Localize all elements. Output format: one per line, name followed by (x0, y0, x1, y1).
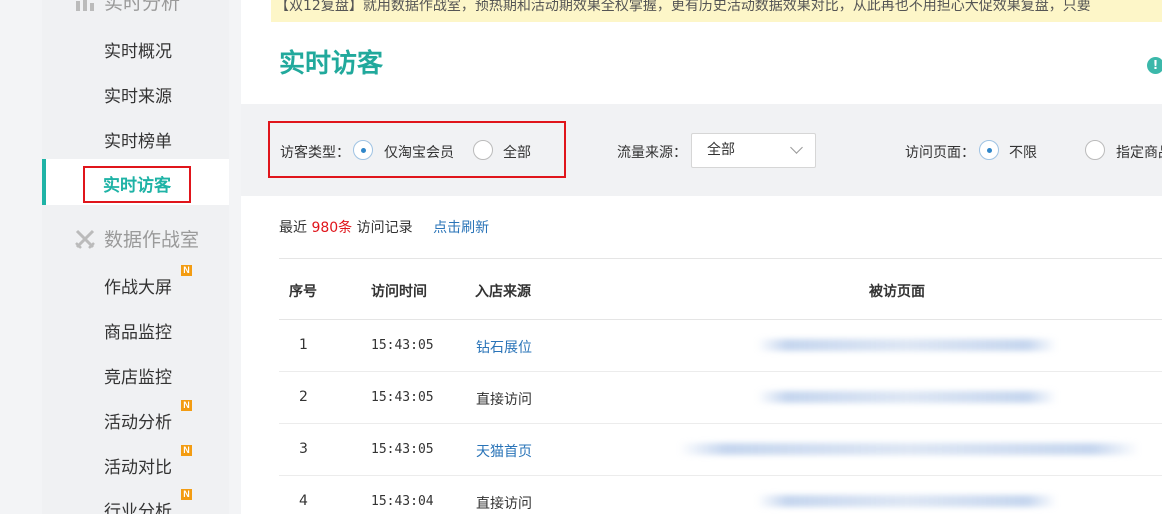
header-visit-time: 访问时间 (371, 284, 427, 300)
crossed-swords-icon (74, 228, 96, 250)
new-badge: N (181, 400, 192, 411)
header-entry-source: 入店来源 (475, 284, 531, 300)
summary-prefix: 最近 (279, 220, 307, 236)
select-value: 全部 (707, 142, 735, 158)
radio-label[interactable]: 不限 (1009, 142, 1037, 162)
sidebar-item-product-monitor[interactable]: 商品监控 (104, 318, 172, 343)
row-visit-time: 15:43:04 (371, 494, 434, 509)
new-badge: N (181, 489, 192, 500)
header-visited-page: 被访页面 (869, 284, 925, 300)
table-row: 4 15:43:04 直接访问 (279, 476, 1162, 514)
sidebar-item-competitor-monitor[interactable]: 竞店监控 (104, 363, 172, 388)
radio-taobao-members[interactable] (353, 140, 373, 160)
new-badge: N (181, 265, 192, 276)
blurred-page-url (757, 391, 1057, 403)
chevron-down-icon (790, 141, 803, 154)
radio-unlimited[interactable] (979, 140, 999, 160)
row-entry-source: 直接访问 (476, 496, 532, 512)
traffic-source-select[interactable]: 全部 (691, 133, 816, 168)
sidebar-group-realtime: 实时分析 (74, 0, 180, 15)
row-index: 4 (299, 493, 308, 509)
radio-all-visitors[interactable] (473, 140, 493, 160)
radio-label[interactable]: 仅淘宝会员 (384, 142, 454, 162)
sidebar-item-war-screen[interactable]: 作战大屏 (104, 273, 172, 298)
sidebar-item-industry-analysis[interactable]: 行业分析 (104, 497, 172, 514)
blurred-page-url (679, 443, 1139, 455)
record-count: 980条 (311, 220, 353, 236)
sidebar-group-war-room: 数据作战室 (74, 225, 199, 252)
radio-label[interactable]: 全部 (503, 142, 531, 162)
visitor-type-label: 访客类型： (280, 145, 350, 161)
header-index: 序号 (289, 284, 317, 300)
sidebar-item-label: 实时访客 (103, 176, 171, 196)
table-row: 2 15:43:05 直接访问 (279, 372, 1162, 424)
sidebar-item-activity-compare[interactable]: 活动对比 (104, 453, 172, 478)
table-row: 3 15:43:05 天猫首页 (279, 424, 1162, 476)
sidebar-item-realtime-overview[interactable]: 实时概况 (104, 37, 172, 62)
table-row: 1 15:43:05 钻石展位 (279, 320, 1162, 372)
visit-page-label: 访问页面： (905, 145, 975, 161)
notice-banner[interactable]: 【双12复盘】就用数据作战室，预热期和活动期效果全权掌握，更有历史活动数据效果对… (271, 0, 1162, 22)
row-entry-source: 直接访问 (476, 392, 532, 408)
refresh-link[interactable]: 点击刷新 (433, 220, 489, 236)
radio-specified-product[interactable] (1085, 140, 1105, 160)
row-entry-source[interactable]: 天猫首页 (476, 441, 532, 461)
sidebar-group-label: 实时分析 (104, 0, 181, 14)
sidebar-group-label: 数据作战室 (104, 229, 200, 251)
row-entry-source[interactable]: 钻石展位 (476, 337, 532, 357)
visitor-table: 序号 访问时间 入店来源 被访页面 1 15:43:05 钻石展位 2 15:43:05… (279, 258, 1162, 514)
page-title: 实时访客 (279, 49, 384, 79)
main-content: 【双12复盘】就用数据作战室，预热期和活动期效果全权掌握，更有历史活动数据效果对… (241, 0, 1162, 514)
summary-suffix: 访问记录 (356, 220, 413, 236)
sidebar-item-realtime-visitors[interactable]: 实时访客 (42, 159, 229, 205)
row-index: 3 (299, 441, 308, 457)
row-visit-time: 15:43:05 (371, 442, 434, 457)
row-visit-time: 15:43:05 (371, 390, 434, 405)
sidebar-item-realtime-ranking[interactable]: 实时榜单 (104, 127, 172, 152)
record-summary: 最近 980条 访问记录 点击刷新 (279, 217, 489, 237)
blurred-page-url (757, 495, 1057, 507)
row-index: 2 (299, 389, 308, 405)
row-visit-time: 15:43:05 (371, 338, 434, 353)
blurred-page-url (757, 339, 1057, 351)
filter-bar: 访客类型： 仅淘宝会员 全部 流量来源： 全部 访问页面： 不限 指定商品 (241, 104, 1162, 196)
radio-label[interactable]: 指定商品 (1116, 142, 1162, 162)
active-indicator (42, 159, 46, 205)
row-index: 1 (299, 337, 308, 353)
sidebar-item-activity-analysis[interactable]: 活动分析 (104, 408, 172, 433)
traffic-source-label: 流量来源： (617, 145, 687, 161)
info-icon[interactable]: ! (1147, 57, 1162, 74)
table-header: 序号 访问时间 入店来源 被访页面 (279, 258, 1162, 320)
bar-chart-icon (74, 0, 96, 13)
sidebar-item-realtime-source[interactable]: 实时来源 (104, 82, 172, 107)
sidebar: 实时分析 实时概况 实时来源 实时榜单 实时访客 数据作战室 作战大屏 N 商品… (42, 0, 229, 514)
new-badge: N (181, 445, 192, 456)
